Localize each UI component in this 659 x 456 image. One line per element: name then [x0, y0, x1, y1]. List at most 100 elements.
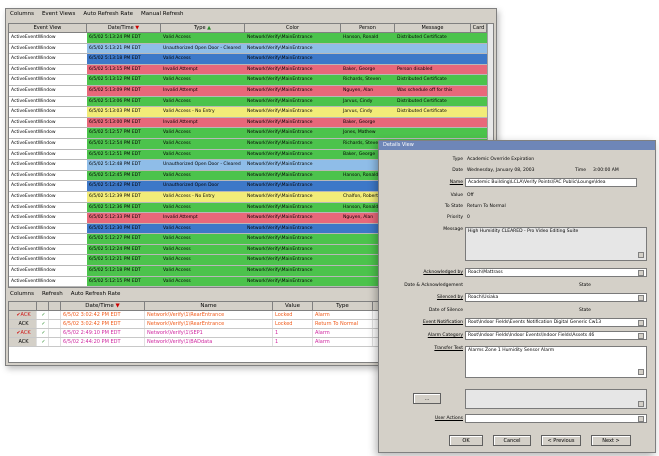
color-cell: Network\Verify\MainEntrance [247, 77, 313, 83]
message-cell [395, 54, 471, 64]
type-cell: Valid Access - No Entry [163, 193, 215, 199]
alarm-col-header-type[interactable]: Type [313, 302, 373, 310]
check-icon[interactable] [49, 311, 61, 319]
col-header-ack[interactable] [9, 302, 37, 310]
event-cell: ActiveEventWindow [9, 107, 87, 117]
alarm-col-header-datetime[interactable]: Date/Time ▼ [61, 302, 145, 310]
col-header-color[interactable]: Color [245, 24, 341, 32]
action-list-box[interactable] [465, 389, 647, 409]
event-row[interactable]: ActiveEventWindow 6/5/02 5:13:15 PM EDT In… [9, 64, 493, 76]
ack-by-dropdown-icon[interactable] [638, 270, 644, 276]
ack-button[interactable]: ACK [9, 320, 37, 328]
ack-by-label: Acknowledged by [423, 270, 463, 275]
card-cell [471, 44, 487, 54]
event-row[interactable]: ActiveEventWindow 6/5/02 5:12:57 PM EDT Va… [9, 128, 493, 139]
event-row[interactable]: ActiveEventWindow 6/5/02 5:13:03 PM EDT Va… [9, 107, 493, 118]
check-icon[interactable]: ✓ [37, 329, 49, 337]
col-header-message[interactable]: Message [395, 24, 471, 32]
next-button[interactable]: Next > [591, 435, 631, 446]
ack-by-field[interactable]: Roach\Mattrass [465, 268, 647, 277]
type-cell: Valid Access [163, 204, 191, 210]
type-cell: Unauthorized Open Door - Cleared [163, 45, 241, 51]
event-notification-field[interactable]: Root\Indoor Fields\Events Notification D… [465, 318, 647, 327]
type-value: Academic Override Expiration [467, 157, 535, 162]
name-field[interactable]: Academic Building\LCLA\Verify Points\FAC… [465, 178, 637, 187]
event-row[interactable]: ActiveEventWindow 6/5/02 5:13:18 PM EDT Va… [9, 54, 493, 65]
message-cell [395, 44, 471, 54]
col-header-event-view[interactable]: Event View [9, 24, 87, 32]
card-cell [471, 107, 487, 117]
alarm-col-header-value[interactable]: Value [273, 302, 313, 310]
transfer-scroll-icon[interactable] [638, 369, 644, 375]
col-header-datetime-label: Date/Time [107, 25, 134, 31]
check-icon[interactable] [49, 338, 61, 346]
type-cell: Valid Access [163, 172, 191, 178]
ack-label: ACK [18, 339, 29, 345]
field-to-state: To State Return To Normal [379, 202, 655, 212]
col-header-datetime[interactable]: Date/Time ▼ [87, 24, 161, 32]
col-header-card[interactable]: Card [471, 24, 487, 32]
alarm-menu-columns[interactable]: Columns [10, 291, 34, 297]
alarm-value-cell: Locked [273, 320, 313, 328]
cancel-button[interactable]: Cancel [493, 435, 531, 446]
left-action-button[interactable]: ... [413, 393, 441, 404]
check-icon[interactable]: ✓ [37, 311, 49, 319]
event-row[interactable]: ActiveEventWindow 6/5/02 5:13:00 PM EDT In… [9, 117, 493, 129]
ok-button[interactable]: OK [449, 435, 483, 446]
ack-button[interactable]: ✔ACK [9, 329, 37, 337]
col-header-type[interactable]: Type ▲ [161, 24, 245, 32]
col-header-check-1[interactable] [37, 302, 49, 310]
alarm-menu-refresh[interactable]: Refresh [42, 291, 63, 297]
event-cell: ActiveEventWindow [9, 138, 87, 149]
transfer-textarea[interactable]: Alarms Zone 1 Humidity Sensor Alarm [465, 346, 647, 378]
color-cell: Network\Verify\MainEntrance [247, 98, 313, 104]
check-icon[interactable] [49, 329, 61, 337]
event-row[interactable]: ActiveEventWindow 6/5/02 5:13:06 PM EDT Va… [9, 96, 493, 108]
datetime-cell: 6/5/02 5:12:33 PM EDT [89, 215, 141, 221]
silenced-by-dropdown-icon[interactable] [638, 295, 644, 301]
menu-manual-refresh[interactable]: Manual Refresh [141, 11, 184, 18]
check-icon[interactable]: ✓ [37, 320, 49, 328]
alarm-col-header-name[interactable]: Name [145, 302, 273, 310]
menu-columns[interactable]: Columns [10, 11, 34, 18]
event-row[interactable]: ActiveEventWindow 6/5/02 5:13:21 PM EDT Un… [9, 43, 493, 55]
color-cell: Network\Verify\MainEntrance [247, 172, 313, 178]
type-cell: Valid Access [163, 140, 191, 146]
dialog-title: Details View [379, 141, 655, 150]
col-header-check-2[interactable] [49, 302, 61, 310]
user-actions-field[interactable] [465, 414, 647, 423]
user-actions-dropdown-icon[interactable] [638, 416, 644, 422]
field-name: Name Academic Building\LCLA\Verify Point… [379, 178, 655, 188]
color-cell: Network\Verify\MainEntrance [247, 183, 313, 189]
alarm-menu-auto-refresh-rate[interactable]: Auto Refresh Rate [71, 291, 121, 297]
message-textarea[interactable]: High Humidity CLEARED - Pro Video Editin… [465, 227, 647, 261]
color-cell: Network\Verify\MainEntrance [247, 109, 313, 115]
check-icon[interactable]: ✓ [37, 338, 49, 346]
menu-event-views[interactable]: Event Views [42, 11, 75, 18]
event-cell: ActiveEventWindow [9, 149, 87, 160]
previous-button[interactable]: < Previous [541, 435, 581, 446]
date-silence-state: State [579, 308, 591, 313]
event-row[interactable]: ActiveEventWindow 6/5/02 5:13:24 PM EDT Va… [9, 33, 493, 44]
message-scroll-icon[interactable] [638, 252, 644, 258]
event-cell: ActiveEventWindow [9, 213, 87, 223]
event-row[interactable]: ActiveEventWindow 6/5/02 5:13:12 PM EDT Va… [9, 75, 493, 86]
silenced-by-field[interactable]: Roach\Usiaka [465, 293, 647, 302]
type-cell: Valid Access [163, 225, 191, 231]
check-icon[interactable] [49, 320, 61, 328]
event-cell: ActiveEventWindow [9, 117, 87, 128]
type-cell: Valid Access [163, 130, 191, 136]
ack-button[interactable]: ACK [9, 338, 37, 346]
ack-label: ACK [20, 330, 31, 336]
ack-button[interactable]: ✔ACK [9, 311, 37, 319]
event-row[interactable]: ActiveEventWindow 6/5/02 5:13:09 PM EDT In… [9, 85, 493, 97]
alarm-category-browse-icon[interactable] [638, 333, 644, 339]
col-header-person[interactable]: Person [341, 24, 395, 32]
message-label: Message [443, 227, 463, 232]
action-list-scroll-icon[interactable] [638, 401, 644, 407]
menu-auto-refresh-rate[interactable]: Auto Refresh Rate [83, 11, 133, 18]
alarm-category-field[interactable]: Root\Indoor Fields\Indoor Events\Indoor … [465, 331, 647, 340]
event-cell: ActiveEventWindow [9, 276, 87, 287]
event-notification-browse-icon[interactable] [638, 320, 644, 326]
alarm-name-cell: Network\Verify\1\RearEntrance [145, 320, 273, 328]
